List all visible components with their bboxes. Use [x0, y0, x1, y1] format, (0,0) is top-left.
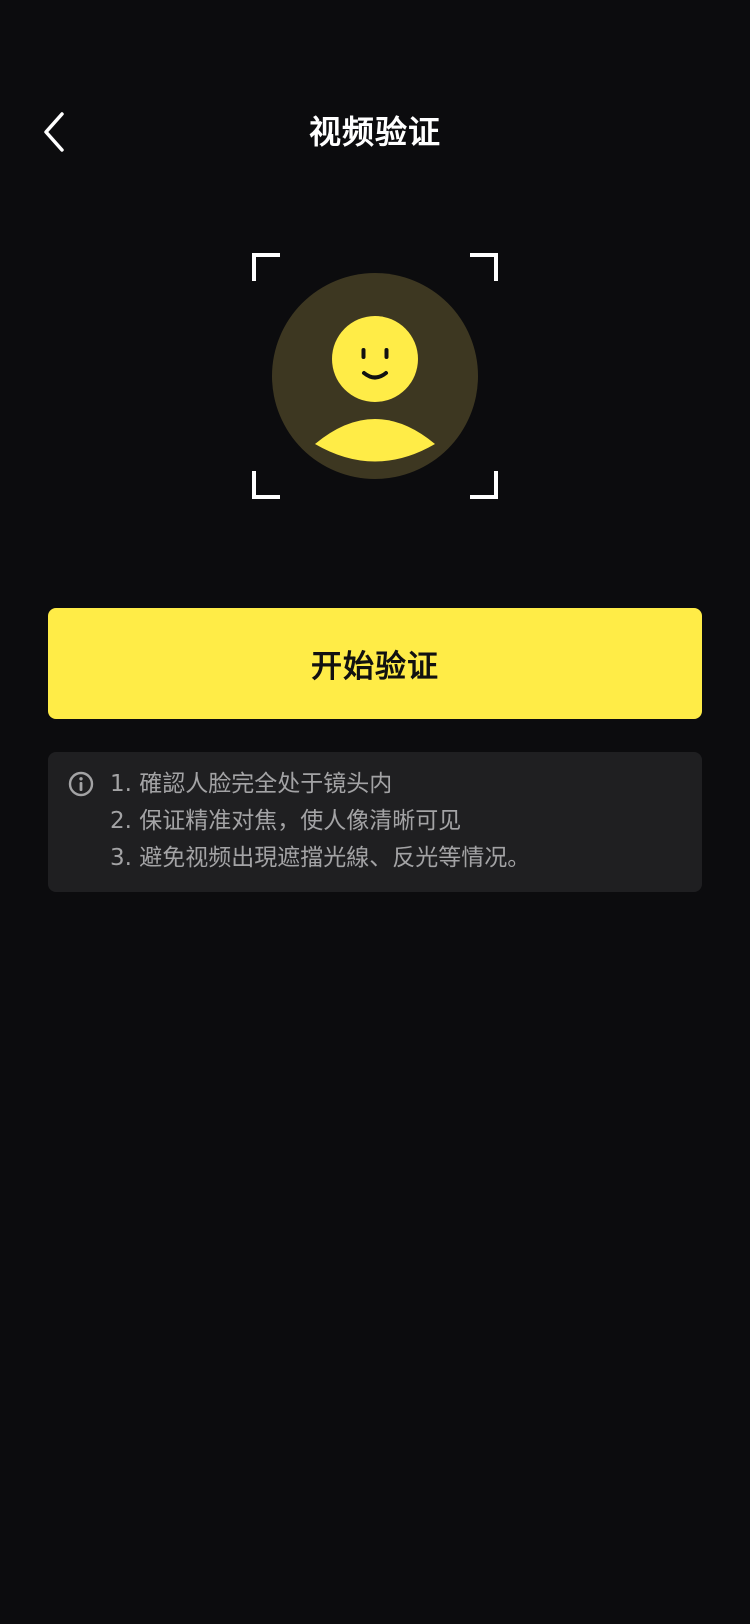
tips-list: 1. 確認人脸完全处于镜头内 2. 保证精准对焦，使人像清晰可见 3. 避免视频… [110, 766, 530, 877]
page-title: 视频验证 [308, 113, 441, 151]
tip-item: 2. 保证精准对焦，使人像清晰可见 [110, 808, 462, 834]
info-icon [68, 771, 94, 797]
tips-card: 1. 確認人脸完全处于镜头内 2. 保证精准对焦，使人像清晰可见 3. 避免视频… [48, 752, 702, 892]
face-scan-icon [252, 253, 498, 499]
tip-item: 1. 確認人脸完全处于镜头内 [110, 771, 393, 797]
tip-item: 3. 避免视频出現遮擋光線、反光等情况。 [110, 845, 531, 871]
face-scan-illustration [252, 253, 498, 499]
nav-bar: 视频验证 [0, 90, 750, 174]
start-verification-button[interactable]: 开始验证 [48, 608, 702, 719]
